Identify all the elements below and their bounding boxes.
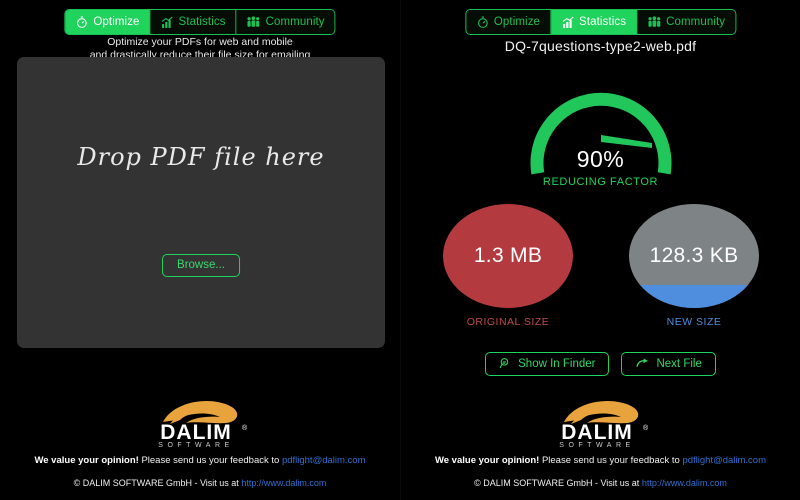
tab-optimize[interactable]: Optimize — [65, 10, 151, 34]
tab-community-right[interactable]: Community — [637, 10, 736, 34]
feedback-bold: We value your opinion! — [434, 455, 540, 466]
tab-community-right-label: Community — [666, 16, 726, 28]
tab-bar-left: Optimize Statistics Community — [64, 9, 336, 35]
feedback-bold: We value your opinion! — [34, 455, 139, 466]
original-size-group: 1.3 MB ORIGINAL SIZE — [443, 204, 573, 328]
new-size-caption: NEW SIZE — [666, 316, 722, 328]
new-size-value: 128.3 KB — [649, 244, 739, 267]
tab-community[interactable]: Community — [236, 10, 335, 34]
tab-optimize-right[interactable]: Optimize — [465, 10, 552, 34]
size-comparison: 1.3 MB ORIGINAL SIZE 128.3 KB NEW SIZE — [401, 204, 800, 334]
feedback-email-link[interactable]: pdflight@dalim.com — [682, 455, 766, 466]
drop-zone-text: Drop PDF file here — [77, 143, 325, 171]
people-icon — [647, 15, 661, 29]
show-in-finder-label: Show In Finder — [518, 357, 596, 370]
next-file-button[interactable]: Next File — [621, 352, 716, 376]
pdf-drop-zone[interactable]: Drop PDF file here Browse... — [17, 57, 385, 348]
svg-text:DALIM: DALIM — [561, 421, 633, 444]
svg-text:®: ® — [242, 424, 248, 432]
svg-text:®: ® — [643, 424, 649, 432]
feedback-line: We value your opinion! Please send us yo… — [0, 455, 400, 466]
stopwatch-icon — [75, 16, 88, 29]
people-icon — [247, 15, 261, 29]
copyright-text: © DALIM SOFTWARE GmbH - Visit us at — [474, 478, 642, 488]
gauge-value: 90% — [576, 146, 625, 172]
subtitle-line-1: Optimize your PDFs for web and mobile — [107, 36, 293, 48]
tab-community-label: Community — [265, 16, 325, 28]
arrow-forward-icon — [635, 357, 650, 370]
show-in-finder-button[interactable]: Show In Finder — [485, 352, 610, 376]
dalim-logo-right: DALIM ® SOFTWARE — [531, 392, 671, 450]
footer-right: We value your opinion! Please send us yo… — [401, 455, 800, 488]
copyright-text: © DALIM SOFTWARE GmbH - Visit us at — [73, 478, 242, 488]
feedback-text: Please send us your feedback to — [138, 455, 282, 466]
svg-text:DALIM: DALIM — [160, 421, 232, 444]
gauge-label: REDUCING FACTOR — [542, 176, 659, 188]
feedback-text: Please send us your feedback to — [539, 455, 683, 466]
stopwatch-icon — [476, 16, 489, 29]
browse-button[interactable]: Browse... — [162, 254, 240, 277]
tab-statistics[interactable]: Statistics — [150, 10, 237, 34]
app-window: Optimize Statistics Community Optimize y… — [0, 0, 800, 500]
footer-left: We value your opinion! Please send us yo… — [0, 455, 400, 488]
dalim-logo-left: DALIM ® SOFTWARE — [130, 392, 270, 450]
tab-statistics-right-label: Statistics — [579, 16, 627, 28]
website-link[interactable]: http://www.dalim.com — [241, 478, 326, 488]
feedback-line: We value your opinion! Please send us yo… — [401, 455, 800, 466]
copyright-line: © DALIM SOFTWARE GmbH - Visit us at http… — [401, 478, 800, 488]
original-size-bubble: 1.3 MB — [443, 204, 573, 308]
new-size-group: 128.3 KB NEW SIZE — [629, 204, 759, 328]
tab-statistics-right[interactable]: Statistics — [551, 10, 638, 34]
original-size-caption: ORIGINAL SIZE — [466, 316, 550, 328]
svg-text:SOFTWARE: SOFTWARE — [158, 442, 233, 449]
tab-bar-right: Optimize Statistics Community — [464, 9, 737, 35]
bar-chart-icon — [561, 16, 574, 29]
original-size-value: 1.3 MB — [473, 244, 543, 267]
bar-chart-icon — [161, 16, 174, 29]
tab-optimize-right-label: Optimize — [493, 16, 541, 28]
copyright-line: © DALIM SOFTWARE GmbH - Visit us at http… — [0, 478, 400, 488]
next-file-label: Next File — [656, 357, 702, 370]
statistics-panel: Optimize Statistics Community DQ-7questi… — [400, 0, 800, 500]
new-size-fill — [629, 285, 759, 308]
action-buttons: Show In Finder Next File — [401, 352, 800, 376]
tab-optimize-label: Optimize — [93, 16, 140, 28]
optimize-panel: Optimize Statistics Community Optimize y… — [0, 0, 400, 500]
feedback-email-link[interactable]: pdflight@dalim.com — [282, 455, 366, 466]
tab-statistics-label: Statistics — [178, 16, 226, 28]
website-link[interactable]: http://www.dalim.com — [642, 478, 727, 488]
svg-text:SOFTWARE: SOFTWARE — [559, 442, 634, 449]
new-size-bubble: 128.3 KB — [629, 204, 759, 308]
file-name: DQ-7questions-type2-web.pdf — [504, 38, 697, 54]
magnifier-icon — [499, 357, 512, 370]
